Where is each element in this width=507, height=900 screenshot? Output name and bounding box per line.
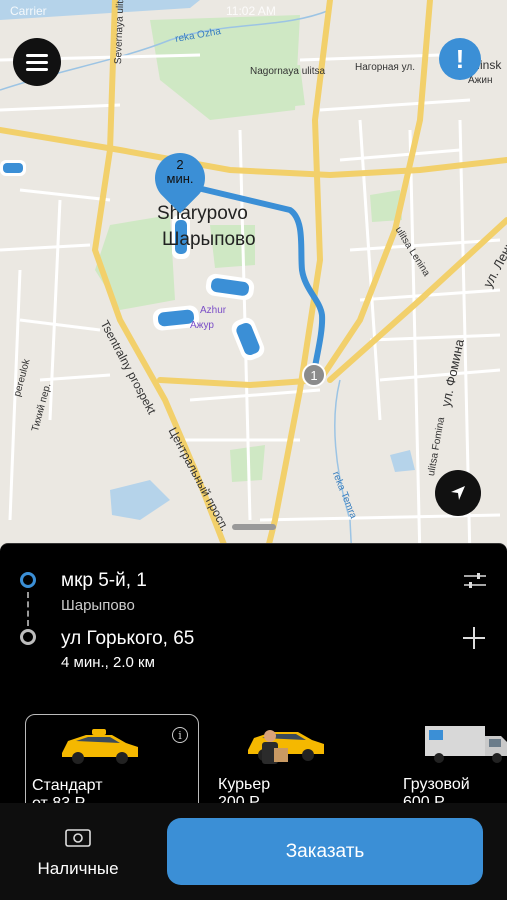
- map-view[interactable]: Carrier 11:02 AM reka Ozha Nagornaya uli…: [0, 0, 507, 560]
- info-icon[interactable]: i: [172, 727, 188, 743]
- hamburger-icon: [26, 53, 48, 57]
- notification-button[interactable]: !: [439, 38, 481, 80]
- tariff-name: Курьер: [218, 776, 271, 793]
- pickup-eta: 2 мин.: [155, 158, 205, 186]
- origin-address[interactable]: мкр 5-й, 1: [61, 570, 147, 592]
- add-stop-button[interactable]: [460, 624, 488, 652]
- sliders-icon: [464, 573, 486, 588]
- order-sheet: мкр 5-й, 1 Шарыпово ул Горького, 65 4 ми…: [0, 543, 507, 804]
- truck-icon: [425, 726, 507, 763]
- tariff-name: Стандарт: [32, 777, 103, 794]
- map-label-poi: Ажур: [190, 320, 214, 331]
- carrier-label: Carrier: [10, 4, 47, 18]
- tariff-courier[interactable]: Курьер 200 Р: [212, 714, 382, 804]
- status-bar: Carrier 11:02 AM: [0, 0, 507, 22]
- map-label: Nagornaya ulitsa: [250, 66, 326, 77]
- courier-icon: [248, 730, 324, 764]
- menu-button[interactable]: [13, 38, 61, 86]
- sheet-drag-handle[interactable]: [232, 524, 276, 530]
- map-label-city: Шарыпово: [162, 229, 256, 250]
- destination-dot-icon: [20, 629, 36, 645]
- tariff-standard[interactable]: i Стандарт от 83 Р: [25, 714, 199, 804]
- exclamation-icon: !: [455, 43, 465, 74]
- map-label: Нагорная ул.: [355, 62, 416, 73]
- route-summary: 4 мин., 2.0 км: [61, 654, 155, 671]
- route-connector: [27, 592, 29, 626]
- map-label: Ажин: [468, 75, 493, 86]
- tariff-name: Грузовой: [403, 776, 470, 793]
- map-label-city: Sharypovo: [157, 203, 248, 224]
- tariff-list[interactable]: i Стандарт от 83 Р Курьер 200 Р Грузовой…: [0, 714, 507, 804]
- payment-method-label: Наличные: [37, 859, 119, 878]
- eta-unit: мин.: [166, 171, 194, 186]
- tariff-cargo[interactable]: Грузовой 600 Р: [397, 714, 507, 804]
- filters-button[interactable]: [462, 569, 488, 593]
- order-button[interactable]: Заказать: [167, 818, 483, 885]
- origin-dot-icon: [20, 572, 36, 588]
- navigation-arrow-icon: [451, 486, 465, 500]
- locate-me-button[interactable]: [435, 470, 481, 516]
- taxi-car-icon: [62, 729, 138, 764]
- eta-minutes: 2: [176, 157, 184, 172]
- map-label-poi: Azhur: [200, 305, 227, 316]
- payment-method-button[interactable]: Наличные: [24, 821, 136, 883]
- status-clock: 11:02 AM: [226, 4, 276, 18]
- cash-icon: [65, 829, 91, 847]
- destination-marker: 1: [302, 363, 326, 387]
- bottom-bar: Наличные Заказать: [0, 803, 507, 900]
- origin-city: Шарыпово: [61, 597, 135, 614]
- plus-icon: [463, 627, 485, 649]
- destination-address[interactable]: ул Горького, 65: [61, 628, 194, 650]
